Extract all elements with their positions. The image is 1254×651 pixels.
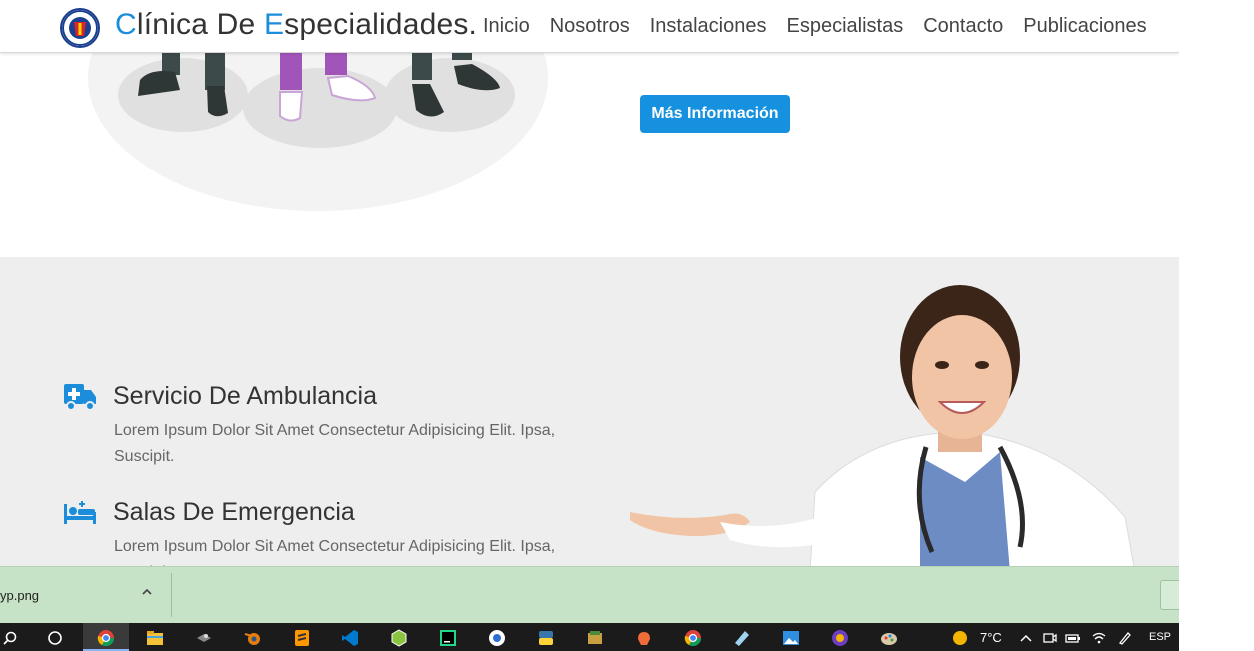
- brand-name[interactable]: Clínica De Especialidades.: [115, 8, 477, 42]
- brand-text-2: specialidades.: [284, 8, 478, 41]
- app-icon-2[interactable]: [389, 628, 409, 648]
- service-description: Lorem Ipsum Dolor Sit Amet Consectetur A…: [114, 538, 556, 566]
- service-title: Servicio De Ambulancia: [113, 382, 378, 410]
- page-right-area: [1179, 566, 1254, 623]
- ambulance-icon: [63, 382, 97, 412]
- app-icon-7[interactable]: [830, 628, 850, 648]
- app-icon-4[interactable]: [585, 628, 605, 648]
- photos-icon[interactable]: [781, 628, 801, 648]
- hero-section: Más Información: [0, 0, 1179, 257]
- brand-text-1: línica De: [136, 8, 264, 41]
- app-icon-5[interactable]: [634, 628, 654, 648]
- nav-especialistas[interactable]: Especialistas: [786, 15, 903, 38]
- weather-icon[interactable]: [950, 628, 970, 648]
- chevron-up-icon[interactable]: [140, 585, 156, 603]
- meet-now-icon[interactable]: [1040, 628, 1060, 648]
- pen-icon[interactable]: [1115, 628, 1135, 648]
- nav-publicaciones[interactable]: Publicaciones: [1023, 15, 1146, 38]
- app-icon-1[interactable]: [194, 628, 214, 648]
- site-header: Clínica De Especialidades. Inicio Nosotr…: [0, 0, 1179, 53]
- page-gutter: [1179, 0, 1254, 566]
- service-title: Salas De Emergencia: [113, 498, 355, 526]
- download-separator: [171, 573, 172, 617]
- wifi-icon[interactable]: [1089, 628, 1109, 648]
- nav-contacto[interactable]: Contacto: [923, 15, 1003, 38]
- clinic-logo[interactable]: [60, 8, 100, 48]
- taskbar: 7°C ESP: [0, 623, 1179, 651]
- blender-icon[interactable]: [243, 628, 263, 648]
- chrome-icon[interactable]: [96, 628, 116, 648]
- vscode-icon[interactable]: [340, 628, 360, 648]
- battery-icon[interactable]: [1063, 628, 1083, 648]
- brand-initial-c: C: [115, 8, 137, 41]
- download-file-name[interactable]: yp.png: [0, 588, 39, 603]
- chrome-icon-2[interactable]: [683, 628, 703, 648]
- app-icon-6[interactable]: [732, 628, 752, 648]
- nav-nosotros[interactable]: Nosotros: [550, 15, 630, 38]
- weather-temperature[interactable]: 7°C: [980, 630, 1002, 645]
- file-explorer-icon[interactable]: [145, 628, 165, 648]
- nav-inicio[interactable]: Inicio: [483, 15, 530, 38]
- download-bar: yp.png: [0, 566, 1179, 623]
- service-description: Lorem Ipsum Dolor Sit Amet Consectetur A…: [114, 422, 556, 465]
- task-view-icon[interactable]: [45, 628, 65, 648]
- more-info-button[interactable]: Más Información: [640, 95, 790, 133]
- doctor-photo: [630, 285, 1135, 566]
- chevron-up-icon[interactable]: [1016, 628, 1036, 648]
- browser-viewport: Más Información Servicio De Ambulancia L…: [0, 0, 1179, 566]
- search-icon[interactable]: [0, 628, 20, 648]
- services-section: Servicio De Ambulancia Lorem Ipsum Dolor…: [0, 257, 1179, 566]
- screen: Más Información Servicio De Ambulancia L…: [0, 0, 1254, 651]
- show-all-button[interactable]: [1160, 580, 1179, 610]
- language-indicator[interactable]: ESP: [1149, 631, 1171, 643]
- main-nav: Inicio Nosotros Instalaciones Especialis…: [483, 15, 1167, 38]
- paint-icon[interactable]: [879, 628, 899, 648]
- hospital-bed-icon: [63, 498, 97, 528]
- pycharm-icon[interactable]: [438, 628, 458, 648]
- app-icon-3[interactable]: [487, 628, 507, 648]
- nav-instalaciones[interactable]: Instalaciones: [650, 15, 767, 38]
- taskbar-right-area: [1179, 623, 1254, 651]
- brand-initial-e: E: [263, 8, 285, 41]
- sublime-text-icon[interactable]: [292, 628, 312, 648]
- python-icon[interactable]: [536, 628, 556, 648]
